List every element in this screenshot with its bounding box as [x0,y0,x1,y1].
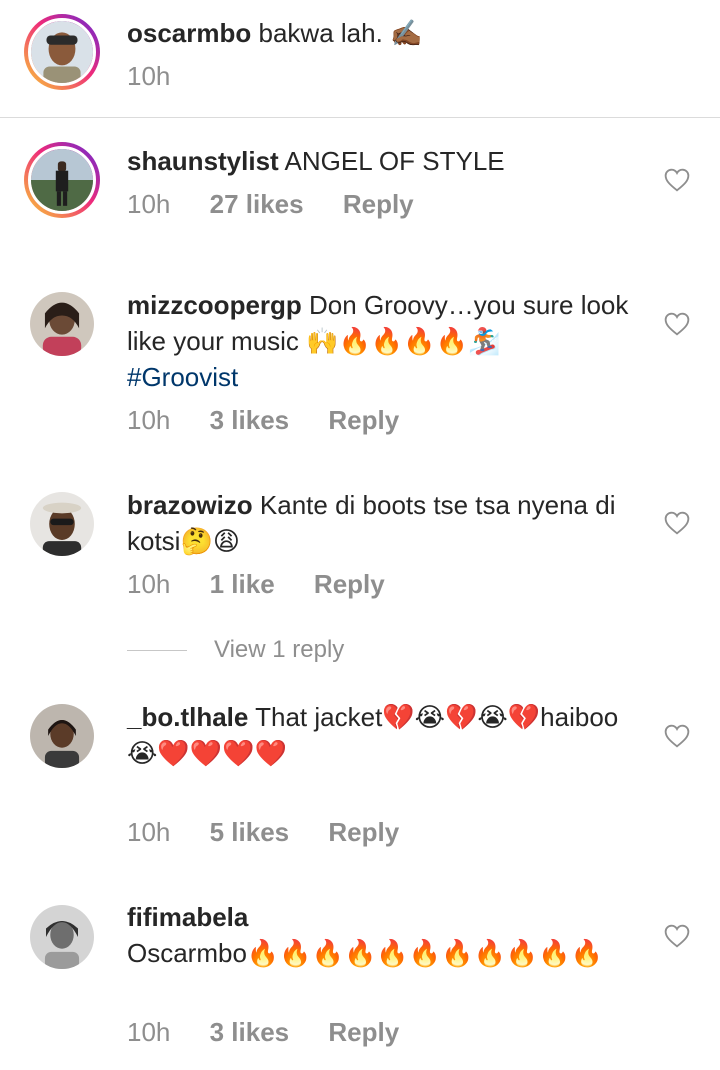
heart-icon[interactable] [664,724,690,748]
likes-count[interactable]: 1 like [210,569,275,599]
comment-meta: 10h 3 likes Reply [127,405,431,436]
comment-body: _bo.tlhale That jacket💔😭💔😭💔haiboo😭❤️❤️❤️… [127,699,637,771]
avatar[interactable] [30,492,94,556]
comment-meta: 10h 27 likes Reply [127,189,446,220]
reply-button[interactable]: Reply [328,1017,399,1047]
comment-text: ANGEL OF STYLE [284,146,505,176]
timestamp: 10h [127,817,171,847]
avatar[interactable] [30,704,94,768]
comment-body: fifimabela Oscarmbo🔥🔥🔥🔥🔥🔥🔥🔥🔥🔥🔥 [127,899,637,971]
likes-count[interactable]: 3 likes [210,405,290,435]
username[interactable]: brazowizo [127,490,253,520]
username[interactable]: shaunstylist [127,146,279,176]
heart-icon[interactable] [664,312,690,336]
reply-button[interactable]: Reply [343,189,414,219]
username[interactable]: fifimabela [127,902,248,932]
view-replies-line [127,650,187,651]
divider [0,117,720,118]
comment-body: mizzcoopergp Don Groovy…you sure look li… [127,287,637,395]
heart-icon[interactable] [664,168,690,192]
comment-body: brazowizo Kante di boots tse tsa nyena d… [127,487,637,559]
username[interactable]: _bo.tlhale [127,702,248,732]
timestamp: 10h [127,61,171,91]
timestamp: 10h [127,1017,171,1047]
hashtag-link[interactable]: #Groovist [127,362,238,392]
likes-count[interactable]: 27 likes [210,189,304,219]
heart-icon[interactable] [664,511,690,535]
avatar[interactable] [24,142,100,218]
avatar[interactable] [30,292,94,356]
timestamp: 10h [127,405,171,435]
avatar[interactable] [24,14,100,90]
heart-icon[interactable] [664,924,690,948]
reply-button[interactable]: Reply [328,405,399,435]
comment-body: shaunstylist ANGEL OF STYLE [127,143,637,179]
comment-meta: 10h 3 likes Reply [127,1017,431,1048]
likes-count[interactable]: 3 likes [210,1017,290,1047]
timestamp: 10h [127,189,171,219]
comment-body: oscarmbo bakwa lah. ✍🏾 [127,15,637,51]
comment-text: bakwa lah. ✍🏾 [258,18,423,48]
comment-text: Oscarmbo🔥🔥🔥🔥🔥🔥🔥🔥🔥🔥🔥 [127,938,604,968]
comment-meta: 10h 5 likes Reply [127,817,431,848]
likes-count[interactable]: 5 likes [210,817,290,847]
username[interactable]: mizzcoopergp [127,290,302,320]
timestamp: 10h [127,569,171,599]
view-replies-label[interactable]: View 1 reply [214,636,344,664]
comment-meta: 10h 1 like Reply [127,569,417,600]
reply-button[interactable]: Reply [314,569,385,599]
comment-meta: 10h [127,61,202,92]
username[interactable]: oscarmbo [127,18,251,48]
avatar[interactable] [30,905,94,969]
reply-button[interactable]: Reply [328,817,399,847]
